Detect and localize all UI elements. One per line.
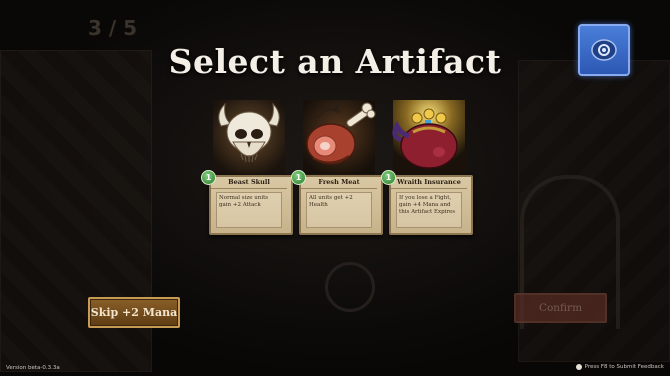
mana-cost-badge: 1: [381, 170, 396, 185]
artifact-card-fresh-meat[interactable]: Fresh Meat All units get +2 Health 1: [291, 96, 383, 235]
artifact-name: Fresh Meat: [301, 177, 377, 189]
confirm-button[interactable]: Confirm: [514, 293, 607, 323]
feedback-hint[interactable]: Press F8 to Submit Feedback: [575, 364, 664, 370]
background-counter: 3 / 5: [88, 16, 138, 40]
skull-icon: [213, 100, 285, 174]
mana-cost-badge: 1: [201, 170, 216, 185]
version-label: Version beta-0.3.3a: [6, 365, 60, 371]
artifact-name: Beast Skull: [211, 177, 287, 189]
eye-icon: [591, 39, 617, 61]
mana-cost-badge: 1: [291, 170, 306, 185]
feedback-label: Press F8 to Submit Feedback: [584, 364, 664, 370]
artifact-description: All units get +2 Health: [306, 192, 372, 228]
skip-button[interactable]: Skip +2 Mana: [88, 297, 180, 328]
bug-icon: [575, 364, 582, 370]
artifact-name: Wraith Insurance: [391, 177, 467, 189]
treasure-sack-icon: [392, 100, 465, 174]
artifact-description: If you lose a Fight, gain +4 Mana and th…: [396, 192, 462, 228]
artifact-card-wraith-insurance[interactable]: Wraith Insurance If you lose a Fight, ga…: [381, 96, 473, 235]
meat-icon: [303, 100, 376, 174]
view-board-button[interactable]: [578, 24, 630, 76]
artifact-description: Normal size units gain +2 Attack: [216, 192, 282, 228]
background-circle: [325, 262, 375, 312]
artifact-card-beast-skull[interactable]: Beast Skull Normal size units gain +2 At…: [201, 96, 293, 235]
page-title: Select an Artifact: [168, 42, 502, 81]
